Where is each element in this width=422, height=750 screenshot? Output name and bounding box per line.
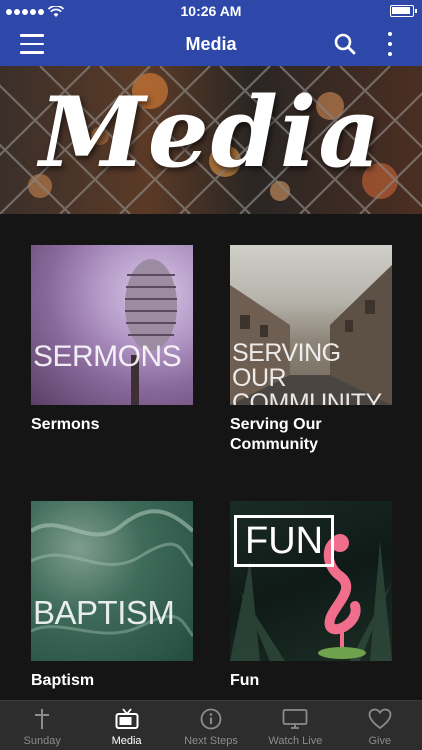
serving-thumbnail: SERVING OUR COMMUNITY: [230, 245, 392, 405]
header: Media: [0, 22, 422, 66]
fun-thumbnail: FUN: [230, 501, 392, 661]
tile-caption: Serving Our Community: [230, 416, 322, 453]
media-tile-fun[interactable]: FUN Fun: [230, 501, 392, 691]
bottom-tab-bar: Sunday Media Next Steps Watch Live Give: [0, 700, 422, 750]
sermons-thumbnail: SERMONS: [31, 245, 193, 405]
baptism-thumb-label: BAPTISM: [33, 594, 175, 631]
tile-caption: Baptism: [31, 672, 95, 689]
tab-next-steps[interactable]: Next Steps: [169, 701, 253, 750]
battery-icon: [390, 5, 417, 17]
info-icon: [200, 708, 222, 730]
banner-title: Media: [39, 76, 383, 189]
sermons-thumb-label: SERMONS: [33, 340, 182, 373]
cross-icon: [35, 709, 50, 729]
water-image: [31, 509, 193, 637]
microphone-image: [125, 259, 177, 405]
tab-watch-live[interactable]: Watch Live: [253, 701, 337, 750]
media-tile-serving[interactable]: SERVING OUR COMMUNITY Serving Our Commun…: [230, 245, 392, 455]
search-button[interactable]: [333, 32, 357, 56]
tile-caption: Sermons: [31, 416, 100, 433]
tab-label: Next Steps: [184, 735, 238, 747]
tab-label: Media: [111, 735, 142, 747]
serving-thumb-label: SERVING OUR COMMUNITY: [232, 339, 382, 406]
tab-media[interactable]: Media: [84, 701, 168, 750]
search-icon: [334, 33, 356, 55]
baptism-thumbnail: BAPTISM: [31, 501, 193, 661]
media-grid: SERMONS Sermons SERVING OUR COMMUNITY Se…: [0, 214, 422, 700]
tile-caption: Fun: [230, 672, 260, 689]
more-options-button[interactable]: [382, 30, 398, 58]
media-tile-sermons[interactable]: SERMONS Sermons: [31, 245, 193, 435]
fun-thumb-label: FUN: [234, 515, 335, 567]
tab-label: Watch Live: [268, 735, 323, 747]
media-banner: Media: [0, 66, 422, 214]
tab-give[interactable]: Give: [338, 701, 422, 750]
status-time: 10:26 AM: [180, 3, 242, 19]
tab-label: Give: [368, 735, 392, 747]
heart-icon: [368, 708, 392, 730]
status-bar: 10:26 AM: [0, 0, 422, 22]
tab-sunday[interactable]: Sunday: [0, 701, 84, 750]
tab-label: Sunday: [23, 735, 61, 747]
page-title: Media: [185, 34, 237, 54]
media-tile-baptism[interactable]: BAPTISM Baptism: [31, 501, 193, 691]
monitor-icon: [282, 709, 308, 729]
tv-icon: [115, 708, 139, 729]
